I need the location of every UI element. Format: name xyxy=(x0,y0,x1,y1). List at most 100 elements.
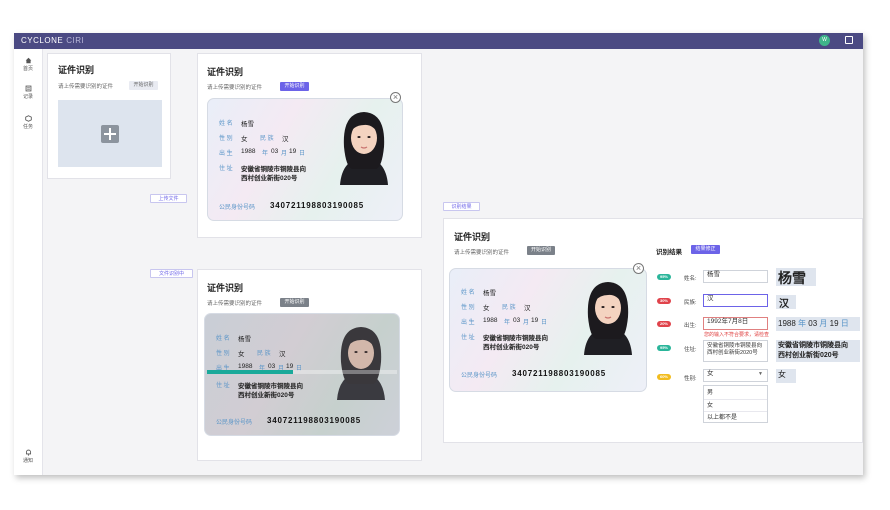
id-name-label: 姓 名 xyxy=(216,336,230,342)
result-title: 识别结果 xyxy=(656,249,682,256)
name-crop: 杨雪 xyxy=(776,268,816,286)
app-window: CYCLONE CIRI W 首页 记录 任务 通知 证件识别 请上传需要识别的证… xyxy=(14,33,863,475)
upload-card: 证件识别 请上传需要识别的证件 开始识别 xyxy=(47,53,171,179)
crop-month: 03 xyxy=(808,319,818,328)
field-label-name: 姓名: xyxy=(684,276,697,282)
id-birth-month: 03 xyxy=(513,317,521,324)
sidebar-item-label: 通知 xyxy=(22,458,33,464)
card-hint: 请上传需要识别的证件 xyxy=(454,250,510,256)
card-hint: 请上传需要识别的证件 xyxy=(207,85,263,91)
id-addr-label: 住 址 xyxy=(216,383,230,389)
id-card-image-scanning: 姓 名 杨雪 性 别 女 民 族 汉 出 生 1988 年 03 月 19 日 … xyxy=(204,313,400,436)
birth-error-text: 您的输入不符合要求，请检查 xyxy=(704,332,770,338)
id-gender: 女 xyxy=(238,351,245,358)
id-name-label: 姓 名 xyxy=(219,121,233,127)
brand-logo: CYCLONE CIRI xyxy=(21,36,85,45)
tasks-icon xyxy=(24,115,32,122)
id-name: 杨雪 xyxy=(241,121,254,128)
sidebar-item-records[interactable]: 记录 xyxy=(14,85,42,100)
sidebar-item-label: 首页 xyxy=(22,66,33,72)
id-addr-line2: 西村创业新街020号 xyxy=(238,392,295,399)
gender-select[interactable]: 女 ▼ xyxy=(703,369,768,382)
id-ethnic: 汉 xyxy=(524,305,531,312)
fix-result-button[interactable]: 结果修正 xyxy=(691,245,720,254)
id-addr-line2: 西村创业新街020号 xyxy=(241,175,298,182)
id-month-unit: 月 xyxy=(523,320,530,326)
close-icon[interactable]: × xyxy=(633,263,644,274)
crop-addr-line1: 安徽省铜陵市铜陵县向 xyxy=(778,342,848,349)
card-title: 证件识别 xyxy=(207,283,244,293)
portrait-photo xyxy=(584,282,632,355)
recognizing-card: 证件识别 请上传需要识别的证件 开始识别 姓 名 杨雪 性 别 女 民 族 汉 … xyxy=(197,269,422,461)
id-birth-label: 出 生 xyxy=(219,151,233,157)
portrait-photo xyxy=(337,327,385,400)
confidence-badge: 95% xyxy=(657,274,671,280)
close-icon[interactable]: × xyxy=(390,92,401,103)
start-recognize-button[interactable]: 开始识别 xyxy=(280,82,309,91)
id-name-label: 姓 名 xyxy=(461,290,475,296)
home-icon xyxy=(25,57,31,64)
id-birth-year: 1988 xyxy=(483,317,498,324)
id-ethnic: 汉 xyxy=(279,351,286,358)
id-number: 340721198803190085 xyxy=(267,416,362,425)
confidence-badge: 95% xyxy=(657,345,671,351)
card-title: 证件识别 xyxy=(454,232,491,242)
id-birth-year: 1988 xyxy=(238,363,253,370)
portrait-photo xyxy=(340,112,388,185)
dropdown-option[interactable]: 以上都不是 xyxy=(704,411,767,421)
start-recognize-button[interactable]: 开始识别 xyxy=(129,81,158,90)
step-label-upload: 上传文件 xyxy=(150,194,187,203)
id-birth-day: 19 xyxy=(286,363,294,370)
start-recognize-button[interactable]: 开始识别 xyxy=(527,246,555,255)
workspace: 证件识别 请上传需要识别的证件 开始识别 上传文件 文件识别中 识别结果 证件识… xyxy=(43,49,863,475)
step-label-result: 识别结果 xyxy=(443,202,480,211)
plus-icon xyxy=(101,125,119,143)
field-label-birth: 出生: xyxy=(684,323,697,329)
avatar[interactable]: W xyxy=(819,35,830,46)
sidebar-item-home[interactable]: 首页 xyxy=(14,57,42,72)
sidebar: 首页 记录 任务 通知 xyxy=(14,49,43,475)
upload-dropzone[interactable] xyxy=(58,100,162,167)
id-gender: 女 xyxy=(241,136,248,143)
birth-input[interactable]: 1992年7月8日 xyxy=(703,317,768,330)
id-birth-month: 03 xyxy=(268,363,276,370)
id-number-label: 公民身份号码 xyxy=(219,205,256,211)
records-icon xyxy=(25,85,31,92)
address-input[interactable]: 安徽省铜陵市铜陵县向西村创业新街2020号 xyxy=(703,340,768,362)
dropdown-option[interactable]: 女 xyxy=(704,399,767,409)
sidebar-item-label: 任务 xyxy=(22,124,33,130)
confidence-badge: 60% xyxy=(657,374,671,380)
name-input[interactable]: 杨雪 xyxy=(703,270,768,283)
start-recognize-button[interactable]: 开始识别 xyxy=(280,298,309,307)
id-number-label: 公民身份号码 xyxy=(216,420,253,426)
id-day-unit: 日 xyxy=(299,151,306,157)
card-title: 证件识别 xyxy=(58,65,95,75)
id-ethnic-label: 民 族 xyxy=(257,351,271,357)
crop-day: 19 xyxy=(829,319,839,328)
id-birth-label: 出 生 xyxy=(461,320,475,326)
dropdown-option[interactable]: 男 xyxy=(704,387,767,396)
sidebar-item-label: 记录 xyxy=(22,94,33,100)
uploaded-card: 证件识别 请上传需要识别的证件 开始识别 姓 名 杨雪 性 别 女 民 族 汉 … xyxy=(197,53,422,238)
id-ethnic: 汉 xyxy=(282,136,289,143)
crop-year: 1988 xyxy=(778,319,796,328)
crop-day-unit: 日 xyxy=(840,319,849,328)
id-name: 杨雪 xyxy=(238,336,251,343)
exit-icon[interactable] xyxy=(845,36,853,44)
ethnic-input[interactable]: 汉 xyxy=(703,294,768,307)
id-birth-month: 03 xyxy=(271,148,279,155)
field-label-ethnic: 民族: xyxy=(684,300,697,306)
card-title: 证件识别 xyxy=(207,67,244,77)
address-crop: 安徽省铜陵市铜陵县向 西村创业新街020号 xyxy=(776,340,860,362)
id-gender-label: 性 别 xyxy=(461,305,475,311)
id-number: 340721198803190085 xyxy=(512,369,607,378)
sidebar-item-notifications[interactable]: 通知 xyxy=(14,449,42,464)
id-addr-label: 住 址 xyxy=(219,166,233,172)
card-hint: 请上传需要识别的证件 xyxy=(58,84,114,90)
id-card-image: 姓 名 杨雪 性 别 女 民 族 汉 出 生 1988 年 03 月 19 日 … xyxy=(449,268,647,392)
id-birth-day: 19 xyxy=(531,317,539,324)
card-hint: 请上传需要识别的证件 xyxy=(207,301,263,307)
id-addr-label: 住 址 xyxy=(461,335,475,341)
id-ethnic-label: 民 族 xyxy=(260,136,274,142)
sidebar-item-tasks[interactable]: 任务 xyxy=(14,115,42,130)
